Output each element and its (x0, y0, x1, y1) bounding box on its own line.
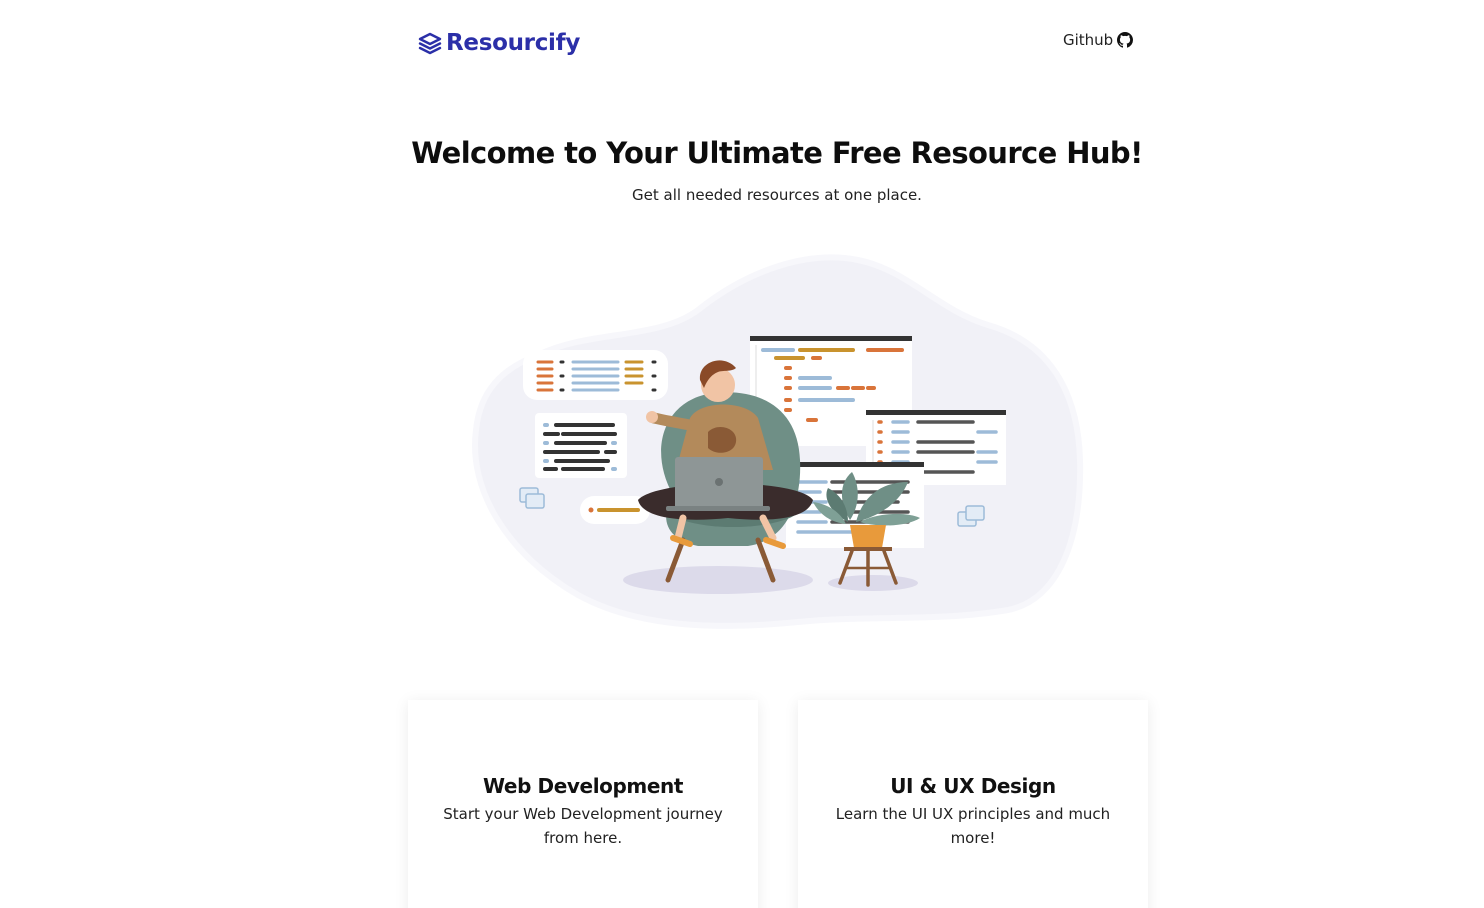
github-link[interactable]: Github (1063, 31, 1134, 49)
github-label: Github (1063, 31, 1114, 49)
card-title: UI & UX Design (890, 774, 1056, 798)
page: Resourcify Github Welcome to Your Ultima… (0, 0, 1484, 908)
hero-title: Welcome to Your Ultimate Free Resource H… (411, 136, 1143, 170)
github-icon (1117, 32, 1134, 48)
brand-logo-link[interactable]: Resourcify (418, 30, 580, 56)
card-ui-ux-design[interactable]: UI & UX Design Learn the UI UX principle… (798, 700, 1148, 908)
card-title: Web Development (482, 774, 684, 798)
hero-illustration (468, 250, 1088, 639)
hero-subtitle: Get all needed resources at one place. (632, 186, 922, 204)
stacked-layers-icon (418, 31, 442, 55)
card-web-development[interactable]: Web Development Start your Web Developme… (408, 700, 758, 908)
brand-name: Resourcify (446, 30, 581, 56)
card-description: Learn the UI UX principles and much more… (835, 805, 1111, 847)
card-description: Start your Web Development journey from … (443, 805, 723, 847)
